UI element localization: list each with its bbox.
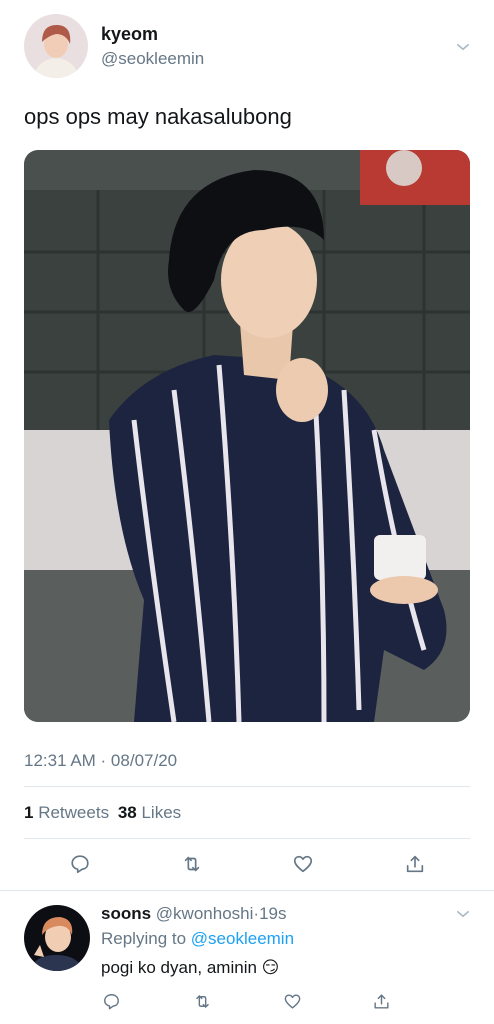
reply-display-name[interactable]: soons: [101, 904, 151, 923]
share-icon: [406, 855, 424, 873]
reply-button[interactable]: [66, 850, 94, 878]
smirk-emoji: 😏: [261, 958, 280, 978]
retweet-button[interactable]: [178, 850, 206, 878]
reply-like-button[interactable]: [278, 987, 306, 1015]
replying-to-handle[interactable]: @seokleemin: [191, 929, 294, 948]
retweets-count[interactable]: 1: [24, 803, 33, 822]
likes-count[interactable]: 38: [118, 803, 137, 822]
tweet-text: ops ops may nakasalubong: [24, 104, 292, 129]
tweet-timestamp[interactable]: 12:31 AM · 08/07/20: [24, 751, 177, 771]
author-avatar[interactable]: [24, 14, 88, 78]
heart-icon: [293, 855, 313, 873]
reply-reply-button[interactable]: [97, 987, 125, 1015]
divider: [24, 786, 470, 787]
reply-handle[interactable]: @kwonhoshi: [156, 904, 254, 923]
heart-icon: [284, 993, 300, 1009]
reply-text-row: pogi ko dyan, aminin 😏: [101, 958, 279, 978]
likes-label[interactable]: Likes: [141, 803, 181, 822]
reply-icon: [71, 855, 89, 874]
like-button[interactable]: [289, 850, 317, 878]
tweet-photo[interactable]: [24, 150, 470, 722]
reply-share-button[interactable]: [367, 987, 395, 1015]
reply-chevron-down-icon[interactable]: [449, 900, 477, 928]
tweet-stats: 1 Retweets 38 Likes: [24, 803, 181, 823]
author-display-name[interactable]: kyeom: [101, 24, 158, 45]
reply-icon: [103, 993, 119, 1009]
retweets-label[interactable]: Retweets: [38, 803, 109, 822]
retweet-icon: [195, 994, 209, 1008]
reply-header: soons @kwonhoshi·19s: [101, 904, 286, 924]
chevron-down-icon[interactable]: [449, 33, 477, 61]
replying-to-label: Replying to: [101, 929, 187, 948]
reply-time[interactable]: 19s: [259, 904, 286, 923]
divider: [0, 890, 494, 891]
author-handle[interactable]: @seokleemin: [101, 49, 204, 69]
divider: [24, 838, 470, 839]
share-button[interactable]: [401, 850, 429, 878]
reply-text: pogi ko dyan, aminin: [101, 958, 257, 977]
retweet-icon: [184, 856, 200, 872]
replying-to: Replying to @seokleemin: [101, 929, 294, 949]
share-icon: [373, 993, 389, 1009]
reply-author-avatar[interactable]: [24, 905, 90, 971]
reply-retweet-button[interactable]: [188, 987, 216, 1015]
